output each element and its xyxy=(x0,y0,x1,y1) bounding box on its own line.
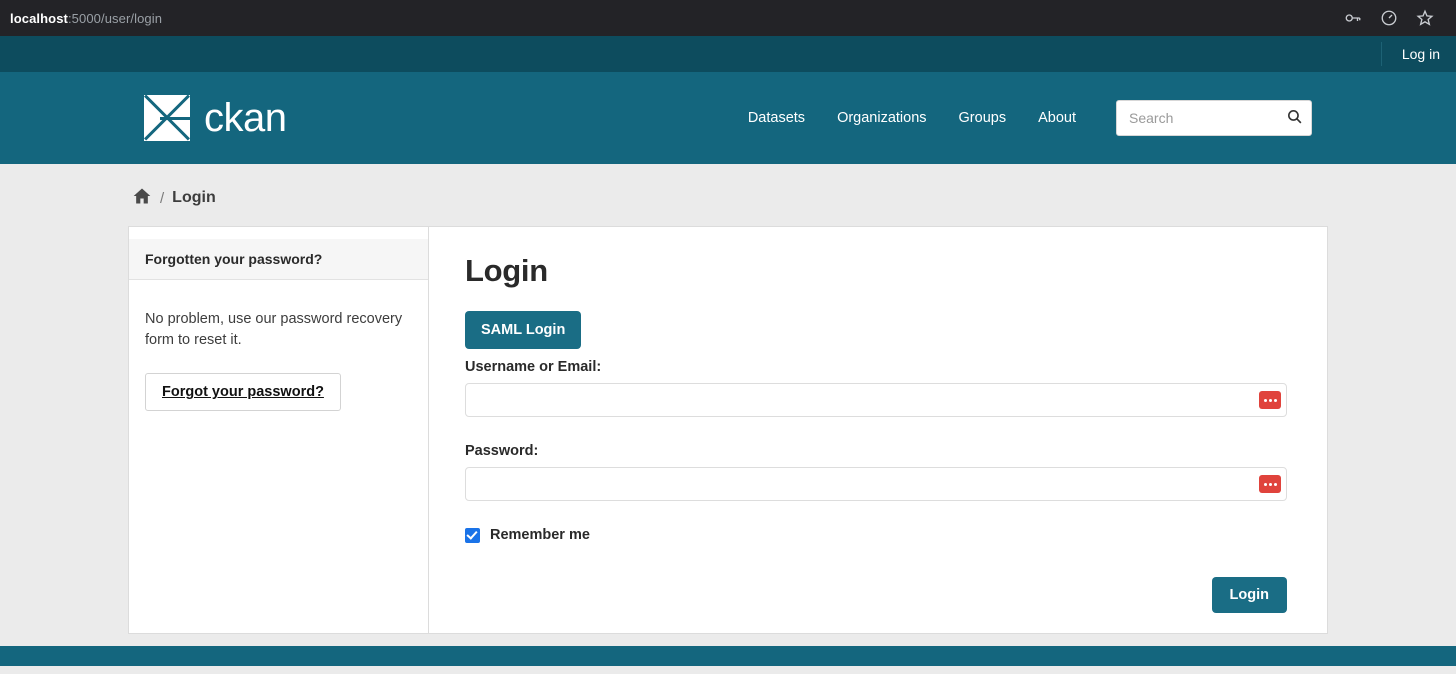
site-search xyxy=(1116,100,1312,136)
home-icon xyxy=(132,188,152,210)
main-content: Login SAML Login Username or Email: Pass… xyxy=(429,227,1327,633)
sidebar-module-heading: Forgotten your password? xyxy=(129,238,428,280)
username-input[interactable] xyxy=(465,383,1287,417)
masthead: ckan Datasets Organizations Groups About xyxy=(0,72,1456,164)
breadcrumb-current: Login xyxy=(172,189,216,206)
username-field-wrap xyxy=(465,383,1287,417)
login-link[interactable]: Log in xyxy=(1382,36,1456,72)
breadcrumb: / Login xyxy=(128,164,1328,226)
remember-me-label[interactable]: Remember me xyxy=(490,527,590,543)
page-title: Login xyxy=(465,253,548,288)
login-form: Username or Email: Password: Remember me… xyxy=(465,359,1287,613)
sidebar: Forgotten your password? No problem, use… xyxy=(129,227,429,633)
key-icon[interactable] xyxy=(1344,9,1362,27)
ckan-logo-text: ckan xyxy=(204,96,287,140)
password-manager-icon[interactable] xyxy=(1259,391,1281,409)
sidebar-module-text: No problem, use our password recovery fo… xyxy=(145,311,403,349)
browser-toolbar: localhost:5000/user/login xyxy=(0,0,1456,36)
browser-toolbar-icons xyxy=(1344,9,1442,27)
password-input[interactable] xyxy=(465,467,1287,501)
nav-about[interactable]: About xyxy=(1022,102,1092,134)
main-navigation: Datasets Organizations Groups About xyxy=(732,100,1312,136)
nav-organizations[interactable]: Organizations xyxy=(821,102,942,134)
url-path: :5000/user/login xyxy=(67,10,163,26)
remember-me-row: Remember me xyxy=(465,527,1287,543)
speedometer-icon[interactable] xyxy=(1380,9,1398,27)
content-wrapper: Forgotten your password? No problem, use… xyxy=(128,226,1328,634)
forgotten-password-module: Forgotten your password? No problem, use… xyxy=(129,238,428,432)
site-footer xyxy=(0,646,1456,666)
breadcrumb-home-link[interactable] xyxy=(132,186,152,210)
forgot-password-button[interactable]: Forgot your password? xyxy=(145,373,341,412)
sidebar-module-content: No problem, use our password recovery fo… xyxy=(129,291,428,431)
account-bar: Log in xyxy=(0,36,1456,72)
nav-groups[interactable]: Groups xyxy=(943,102,1023,134)
saml-login-button[interactable]: SAML Login xyxy=(465,311,582,349)
url-bar[interactable]: localhost:5000/user/login xyxy=(10,11,162,26)
breadcrumb-separator: / xyxy=(160,189,165,207)
ckan-logo-icon xyxy=(144,95,190,141)
login-submit-button[interactable]: Login xyxy=(1211,577,1287,613)
star-icon[interactable] xyxy=(1416,9,1434,27)
password-manager-icon[interactable] xyxy=(1259,475,1281,493)
url-host: localhost xyxy=(10,10,68,26)
username-label: Username or Email: xyxy=(465,359,602,375)
ckan-logo-link[interactable]: ckan xyxy=(144,95,287,141)
nav-datasets[interactable]: Datasets xyxy=(732,102,821,134)
form-actions: Login xyxy=(465,577,1287,613)
search-icon xyxy=(1286,108,1303,128)
page-body: / Login Forgotten your password? No prob… xyxy=(0,164,1456,646)
search-button[interactable] xyxy=(1280,104,1308,132)
remember-me-checkbox[interactable] xyxy=(465,527,480,543)
password-label: Password: xyxy=(465,443,539,459)
password-field-wrap xyxy=(465,467,1287,501)
